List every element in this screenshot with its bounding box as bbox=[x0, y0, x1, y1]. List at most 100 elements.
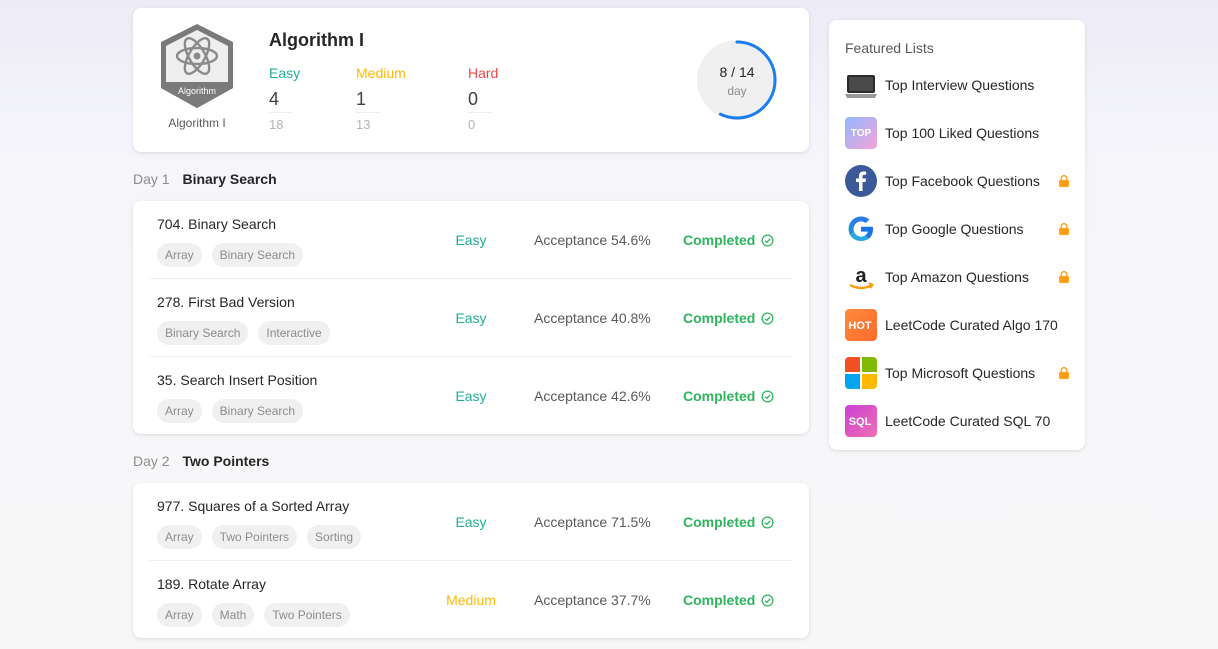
featured-item-top-google[interactable]: Top Google Questions bbox=[845, 213, 1071, 245]
topic-tag[interactable]: Array bbox=[157, 603, 202, 627]
study-plan-header: Algorithm Algorithm I Algorithm I Easy 4… bbox=[133, 8, 809, 152]
featured-item-top-facebook[interactable]: Top Facebook Questions bbox=[845, 165, 1071, 197]
problem-title[interactable]: 189. Rotate Array bbox=[157, 576, 266, 592]
difficulty-label: Easy bbox=[455, 310, 487, 326]
day-header: Day 2 Two Pointers bbox=[133, 453, 269, 469]
problem-row[interactable]: 189. Rotate Array Array Math Two Pointer… bbox=[149, 561, 793, 639]
featured-item-label: Top Microsoft Questions bbox=[885, 365, 1036, 381]
easy-label: Easy bbox=[269, 65, 301, 81]
topic-tag[interactable]: Array bbox=[157, 525, 202, 549]
featured-item-label: Top Google Questions bbox=[885, 221, 1024, 237]
svg-text:HOT: HOT bbox=[848, 320, 872, 332]
acceptance-rate: Acceptance 54.6% bbox=[534, 232, 651, 248]
medium-label: Medium bbox=[356, 65, 406, 81]
acceptance-rate: Acceptance 42.6% bbox=[534, 388, 651, 404]
status-badge: Completed bbox=[683, 592, 774, 608]
study-plan-badge: Algorithm Algorithm I bbox=[157, 22, 237, 130]
page-title: Algorithm I bbox=[269, 30, 364, 50]
progress-unit: day bbox=[727, 84, 747, 98]
facebook-icon bbox=[845, 165, 877, 197]
acceptance-rate: Acceptance 71.5% bbox=[534, 514, 651, 530]
medium-solved-count: 1 bbox=[356, 89, 380, 113]
microsoft-icon bbox=[845, 357, 877, 389]
topic-tag[interactable]: Array bbox=[157, 399, 202, 423]
check-circle-icon bbox=[761, 515, 774, 529]
status-badge: Completed bbox=[683, 388, 774, 404]
problem-row[interactable]: 278. First Bad Version Binary Search Int… bbox=[149, 279, 793, 357]
topic-tag[interactable]: Two Pointers bbox=[211, 525, 298, 549]
day-progress-ring bbox=[697, 40, 777, 120]
problem-title[interactable]: 35. Search Insert Position bbox=[157, 372, 317, 388]
featured-item-top-microsoft[interactable]: Top Microsoft Questions bbox=[845, 357, 1071, 389]
amazon-icon: a bbox=[845, 261, 877, 293]
topic-tag[interactable]: Binary Search bbox=[157, 321, 249, 345]
featured-lists-panel: Featured Lists Top Interview Questions T… bbox=[829, 20, 1085, 450]
easy-total-count: 18 bbox=[269, 117, 284, 132]
difficulty-label: Medium bbox=[446, 592, 496, 608]
problem-list-day-1: 704. Binary Search Array Binary Search E… bbox=[133, 201, 809, 434]
hard-label: Hard bbox=[468, 65, 499, 81]
lock-icon bbox=[1059, 271, 1069, 283]
tag-list: Array Binary Search bbox=[157, 399, 304, 423]
svg-text:Algorithm: Algorithm bbox=[178, 86, 216, 96]
topic-tag[interactable]: Interactive bbox=[258, 321, 330, 345]
featured-item-label: Top 100 Liked Questions bbox=[885, 125, 1040, 141]
svg-text:a: a bbox=[855, 265, 867, 287]
day-header: Day 1 Binary Search bbox=[133, 171, 277, 187]
sql-icon: SQL bbox=[845, 405, 877, 437]
status-label: Completed bbox=[683, 232, 756, 248]
hot-icon: HOT bbox=[845, 309, 877, 341]
topic-tag[interactable]: Array bbox=[157, 243, 202, 267]
topic-tag[interactable]: Binary Search bbox=[211, 399, 304, 423]
check-circle-icon bbox=[761, 233, 774, 247]
problem-row[interactable]: 977. Squares of a Sorted Array Array Two… bbox=[149, 483, 793, 561]
status-badge: Completed bbox=[683, 232, 774, 248]
problem-list-day-2: 977. Squares of a Sorted Array Array Two… bbox=[133, 483, 809, 638]
hard-total-count: 0 bbox=[468, 117, 476, 132]
day-topic: Binary Search bbox=[182, 171, 277, 187]
day-number: Day 1 bbox=[133, 171, 170, 187]
day-topic: Two Pointers bbox=[182, 453, 270, 469]
problem-row[interactable]: 35. Search Insert Position Array Binary … bbox=[149, 357, 793, 435]
lock-icon bbox=[1059, 175, 1069, 187]
featured-item-label: Top Amazon Questions bbox=[885, 269, 1029, 285]
problem-row[interactable]: 704. Binary Search Array Binary Search E… bbox=[149, 201, 793, 279]
featured-item-label: LeetCode Curated SQL 70 bbox=[885, 413, 1051, 429]
top-icon: TOP bbox=[845, 117, 877, 149]
badge-caption: Algorithm I bbox=[168, 116, 226, 130]
featured-item-curated-algo-170[interactable]: HOT LeetCode Curated Algo 170 bbox=[845, 309, 1071, 341]
medium-total-count: 13 bbox=[356, 117, 371, 132]
difficulty-label: Easy bbox=[455, 232, 487, 248]
topic-tag[interactable]: Sorting bbox=[307, 525, 362, 549]
check-circle-icon bbox=[761, 311, 774, 325]
acceptance-rate: Acceptance 40.8% bbox=[534, 310, 651, 326]
problem-title[interactable]: 977. Squares of a Sorted Array bbox=[157, 498, 349, 514]
difficulty-label: Easy bbox=[455, 388, 487, 404]
problem-title[interactable]: 278. First Bad Version bbox=[157, 294, 295, 310]
hard-stat: Hard 0 0 bbox=[468, 65, 548, 132]
featured-item-label: Top Interview Questions bbox=[885, 77, 1035, 93]
featured-item-top-interview[interactable]: Top Interview Questions bbox=[845, 69, 1071, 101]
acceptance-rate: Acceptance 37.7% bbox=[534, 592, 651, 608]
check-circle-icon bbox=[761, 593, 774, 607]
laptop-icon bbox=[845, 69, 877, 101]
tag-list: Binary Search Interactive bbox=[157, 321, 330, 345]
status-label: Completed bbox=[683, 592, 756, 608]
featured-item-curated-sql-70[interactable]: SQL LeetCode Curated SQL 70 bbox=[845, 405, 1071, 437]
difficulty-label: Easy bbox=[455, 514, 487, 530]
topic-tag[interactable]: Two Pointers bbox=[264, 603, 350, 627]
status-label: Completed bbox=[683, 514, 756, 530]
featured-item-top-100-liked[interactable]: TOP Top 100 Liked Questions bbox=[845, 117, 1071, 149]
topic-tag[interactable]: Math bbox=[211, 603, 255, 627]
status-badge: Completed bbox=[683, 310, 774, 326]
featured-item-top-amazon[interactable]: a Top Amazon Questions bbox=[845, 261, 1071, 293]
easy-stat: Easy 4 18 bbox=[269, 65, 349, 132]
svg-text:TOP: TOP bbox=[851, 128, 872, 139]
featured-lists-title: Featured Lists bbox=[845, 40, 934, 56]
topic-tag[interactable]: Binary Search bbox=[211, 243, 304, 267]
day-number: Day 2 bbox=[133, 453, 170, 469]
progress-text: 8 / 14 bbox=[719, 64, 755, 80]
problem-title[interactable]: 704. Binary Search bbox=[157, 216, 276, 232]
check-circle-icon bbox=[761, 389, 774, 403]
tag-list: Array Binary Search bbox=[157, 243, 304, 267]
